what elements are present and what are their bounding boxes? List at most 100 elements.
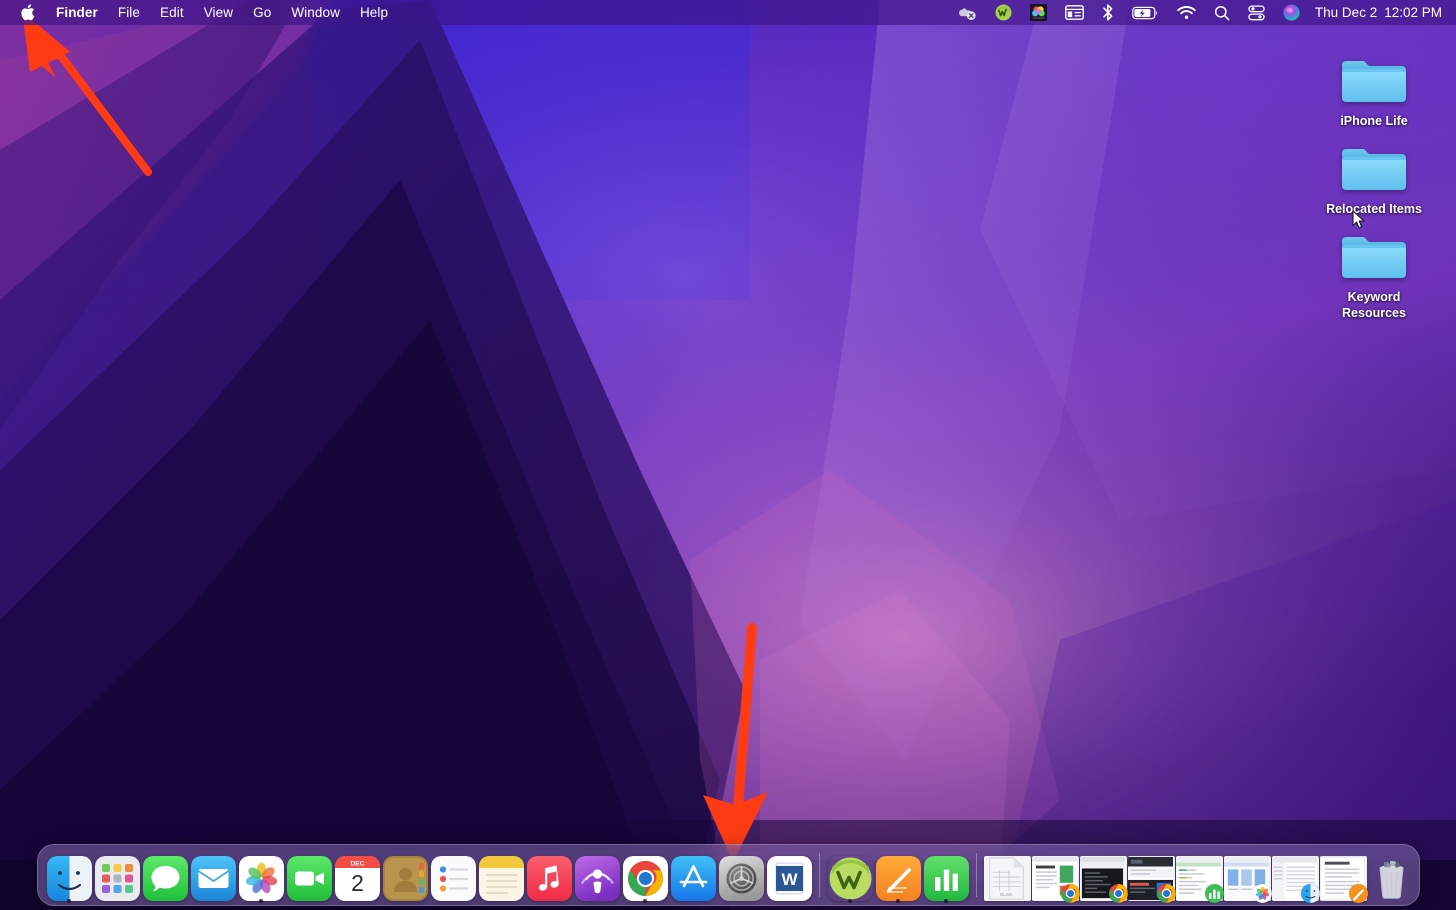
notes-dock-icon[interactable] [477, 843, 525, 905]
apple-menu-button[interactable] [12, 0, 46, 25]
photos-dock-icon[interactable] [237, 843, 285, 905]
mail-icon [190, 856, 236, 901]
dock-separator-recent [819, 853, 820, 897]
wifi-icon[interactable] [1168, 0, 1205, 25]
desktop-icon-keyword-resources[interactable]: Keyword Resources [1314, 228, 1434, 321]
running-indicator [848, 899, 852, 903]
messages-icon [142, 856, 188, 901]
finder-icon [1301, 884, 1320, 903]
numbers-icon [1205, 884, 1224, 903]
minimized-numbers-window[interactable] [1175, 843, 1224, 905]
system-preferences-dock-icon[interactable] [717, 843, 765, 905]
siri-icon[interactable] [1274, 0, 1309, 25]
xlsx-file-icon: XLSX [983, 856, 1031, 901]
textedit-icon [875, 856, 921, 901]
chrome-icon [1157, 884, 1176, 903]
wordtune-icon[interactable] [986, 0, 1021, 25]
folder-icon [1340, 52, 1408, 108]
desktop-icon-label: Keyword Resources [1342, 290, 1406, 320]
minimized-chrome-window-3[interactable] [1127, 843, 1176, 905]
folder-icon [1340, 140, 1408, 196]
system-preferences-icon [718, 856, 764, 901]
reminders-dock-icon[interactable] [429, 843, 477, 905]
numbers-dock-icon[interactable] [922, 843, 970, 905]
minimized-chrome-window-1[interactable] [1031, 843, 1080, 905]
notes-icon [478, 856, 524, 901]
menu-item-help[interactable]: Help [350, 0, 398, 25]
menu-bar-left: Finder File Edit View Go Window Help [0, 0, 398, 25]
photos-icon [238, 856, 284, 901]
menu-item-finder[interactable]: Finder [46, 0, 108, 25]
music-icon [526, 856, 572, 901]
minimized-photos-window[interactable] [1223, 843, 1272, 905]
menu-item-go[interactable]: Go [243, 0, 281, 25]
running-indicator [259, 899, 263, 903]
dock-apps-section: DEC 2 W [45, 845, 813, 905]
menu-item-view[interactable]: View [194, 0, 243, 25]
music-dock-icon[interactable] [525, 843, 573, 905]
contacts-icon [382, 856, 428, 901]
calendar-dock-icon[interactable]: DEC 2 [333, 843, 381, 905]
finder-icon [46, 856, 92, 901]
finder-dock-icon[interactable] [45, 843, 93, 905]
calendar-icon: DEC 2 [334, 856, 380, 901]
menu-bar-clock[interactable]: Thu Dec 2 12:02 PM [1309, 5, 1444, 20]
clock-date: Thu Dec 2 [1314, 5, 1378, 20]
minimized-finder-window[interactable] [1271, 843, 1320, 905]
app-store-dock-icon[interactable] [669, 843, 717, 905]
minimized-textedit-document[interactable] [1319, 843, 1368, 905]
chrome-icon [1109, 884, 1128, 903]
launchpad-icon [94, 856, 140, 901]
bluetooth-icon[interactable] [1093, 0, 1123, 25]
dropbox-offline-icon[interactable] [949, 0, 986, 25]
desktop-icon-grid: iPhone Life Relocated Items Keyword Reso… [1308, 52, 1440, 321]
battery-charging-icon[interactable] [1123, 0, 1168, 25]
menu-bar: Finder File Edit View Go Window Help Thu… [0, 0, 1456, 25]
trash-dock-icon[interactable] [1367, 843, 1415, 905]
mouse-cursor-icon [1352, 210, 1368, 230]
microsoft-word-icon: W [766, 856, 812, 901]
numbers-icon [923, 856, 969, 901]
clock-time: 12:02 PM [1384, 5, 1442, 20]
desktop-icon-iphone-life[interactable]: iPhone Life [1314, 52, 1434, 129]
minimized-xlsx-document[interactable]: XLSX [983, 843, 1031, 905]
wordtune-app-icon [828, 856, 873, 901]
display-window-icon[interactable] [1056, 0, 1093, 25]
facetime-dock-icon[interactable] [285, 843, 333, 905]
microsoft-word-dock-icon[interactable]: W [765, 843, 813, 905]
desktop-icon-relocated-items[interactable]: Relocated Items [1314, 140, 1434, 217]
facetime-icon [286, 856, 332, 901]
dock-separator-minimized [976, 853, 977, 897]
running-indicator [896, 899, 900, 903]
desktop-wallpaper [0, 0, 1456, 910]
minimized-chrome-window-2[interactable] [1079, 843, 1128, 905]
chrome-dock-icon[interactable] [621, 843, 669, 905]
control-center-icon[interactable] [1239, 0, 1274, 25]
running-indicator [67, 899, 71, 903]
dock-recent-apps-section [826, 845, 970, 905]
svg-text:XLSX: XLSX [999, 892, 1012, 898]
svg-text:2: 2 [351, 870, 364, 896]
folder-icon [1340, 228, 1408, 284]
podcasts-icon [574, 856, 620, 901]
colorsync-icon[interactable] [1021, 0, 1056, 25]
menu-item-window[interactable]: Window [281, 0, 350, 25]
contacts-dock-icon[interactable] [381, 843, 429, 905]
wordtune-dock-icon[interactable] [826, 843, 874, 905]
menu-item-edit[interactable]: Edit [150, 0, 194, 25]
trash-full-icon [1369, 856, 1414, 901]
textedit-dock-icon[interactable] [874, 843, 922, 905]
menu-item-file[interactable]: File [108, 0, 150, 25]
podcasts-dock-icon[interactable] [573, 843, 621, 905]
svg-text:W: W [781, 870, 798, 889]
running-indicator [944, 899, 948, 903]
running-indicator [643, 899, 647, 903]
dock: DEC 2 W XLSX [37, 844, 1420, 906]
launchpad-dock-icon[interactable] [93, 843, 141, 905]
mail-dock-icon[interactable] [189, 843, 237, 905]
apple-logo-icon [20, 3, 35, 22]
spotlight-search-icon[interactable] [1205, 0, 1239, 25]
messages-dock-icon[interactable] [141, 843, 189, 905]
chrome-icon [622, 856, 668, 901]
reminders-icon [430, 856, 476, 901]
